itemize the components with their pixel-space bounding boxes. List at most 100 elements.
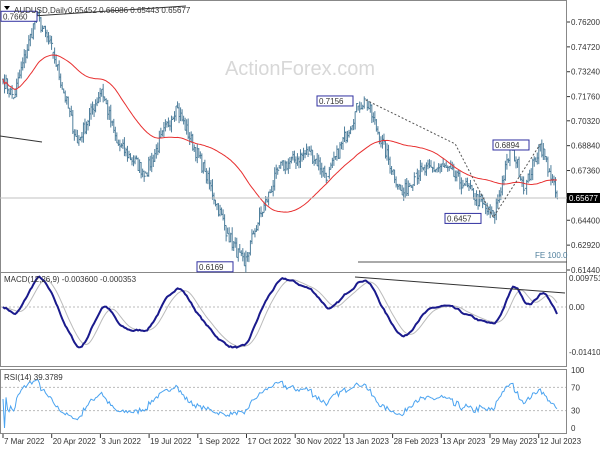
- ohlc-bar: [47, 31, 50, 45]
- ohlc-bar: [276, 167, 279, 175]
- ohlc-bar: [255, 225, 258, 232]
- ohlc-bar: [351, 125, 354, 131]
- ohlc-bar: [408, 182, 411, 188]
- date-tick-label: 12 Jul 2023: [540, 437, 582, 446]
- ohlc-bar: [179, 107, 182, 122]
- ohlc-bar: [389, 156, 392, 174]
- ohlc-bar: [168, 120, 171, 131]
- ohlc-bar: [32, 23, 35, 40]
- ohlc-bar: [162, 121, 165, 138]
- ohlc-bar: [165, 121, 168, 128]
- ohlc-bar: [376, 126, 379, 135]
- date-tick-label: 7 Mar 2022: [4, 437, 45, 446]
- ohlc-bar: [322, 167, 325, 177]
- ohlc-bar: [546, 156, 549, 177]
- ohlc-bar: [531, 158, 534, 181]
- ohlc-bar: [369, 101, 372, 113]
- ohlc-bar: [29, 33, 32, 47]
- ohlc-bar: [519, 175, 522, 181]
- ohlc-bar: [6, 78, 9, 95]
- price-tick-label: 0.76200: [571, 18, 600, 27]
- ohlc-bar: [308, 146, 311, 155]
- ohlc-bar: [392, 169, 395, 175]
- price-tick-label: 0.67360: [571, 167, 600, 176]
- ohlc-bar: [413, 172, 416, 187]
- ohlc-bar: [489, 204, 492, 219]
- ohlc-bar: [273, 167, 276, 191]
- ohlc-bar: [200, 153, 203, 174]
- chart-window: ActionForex.com FE 100.0 0.7660 0.7156 0.68…: [0, 0, 600, 450]
- ohlc-bar: [348, 129, 351, 138]
- ohlc-bar: [132, 155, 135, 167]
- ohlc-bar: [354, 111, 357, 130]
- price-label: 0.6457: [447, 214, 472, 223]
- chart-canvas[interactable]: ActionForex.com FE 100.00.76600.71560.68…: [0, 0, 600, 450]
- ohlc-bar: [146, 172, 149, 177]
- ohlc-bar: [337, 148, 340, 160]
- ohlc-bar: [346, 130, 349, 143]
- ohlc-bar: [477, 194, 480, 210]
- ohlc-bar: [345, 131, 348, 144]
- ohlc-bar: [287, 158, 290, 174]
- ohlc-bar: [150, 152, 153, 173]
- price-plot: FE 100.00.76600.71560.68940.64570.6169: [0, 5, 568, 273]
- ohlc-bar: [291, 150, 294, 161]
- ohlc-bar: [521, 176, 524, 188]
- ohlc-bar: [420, 162, 423, 173]
- ohlc-bar: [140, 161, 143, 179]
- ohlc-bar: [17, 72, 20, 88]
- ohlc-bar: [496, 194, 499, 209]
- price-label: 0.6894: [495, 141, 520, 150]
- ohlc-bar: [85, 121, 88, 135]
- current-price-label: 0.65677: [569, 194, 598, 203]
- ohlc-bar: [223, 214, 226, 231]
- ohlc-bar: [416, 168, 419, 185]
- ohlc-bar: [12, 94, 15, 100]
- ohlc-bar: [138, 159, 141, 174]
- ohlc-bar: [331, 157, 334, 168]
- ohlc-bar: [27, 35, 30, 51]
- ohlc-bar: [378, 131, 381, 145]
- date-tick-label: 13 Apr 2023: [442, 437, 486, 446]
- ohlc-bar: [44, 25, 47, 38]
- ohlc-bar: [363, 96, 366, 109]
- ohlc-bar: [121, 139, 124, 149]
- ohlc-bar: [158, 130, 161, 154]
- ohlc-bar: [440, 163, 443, 172]
- ohlc-bar: [417, 170, 420, 184]
- ohlc-bar: [117, 139, 120, 146]
- date-tick-label: 20 Apr 2022: [53, 437, 97, 446]
- price-tick-label: 0.73240: [571, 68, 600, 77]
- ohlc-bar: [341, 137, 344, 150]
- ohlc-bar: [332, 151, 335, 166]
- collapse-triangle-icon[interactable]: [4, 6, 10, 10]
- ohlc-bar: [381, 134, 384, 149]
- ohlc-bar: [393, 169, 396, 184]
- ohlc-bar: [243, 252, 246, 267]
- ohlc-bar: [461, 179, 464, 189]
- main-panel-frame: [0, 0, 567, 282]
- ohlc-bar: [508, 148, 511, 167]
- ohlc-bar: [90, 103, 93, 120]
- ohlc-bar: [297, 156, 300, 169]
- ohlc-bar: [238, 243, 241, 253]
- ohlc-bar: [8, 88, 11, 98]
- ohlc-bar: [260, 206, 263, 218]
- rsi-tick-label: 100: [571, 366, 585, 375]
- ohlc-bar: [70, 105, 73, 116]
- ohlc-bar: [26, 44, 29, 59]
- ohlc-bar: [355, 102, 358, 113]
- ohlc-bar: [328, 166, 331, 179]
- ohlc-bar: [551, 174, 554, 184]
- ohlc-bar: [542, 142, 545, 160]
- ohlc-bar: [423, 164, 426, 176]
- price-label: 0.6169: [199, 263, 224, 272]
- ohlc-bar: [18, 69, 21, 79]
- ohlc-bar: [202, 162, 205, 174]
- ohlc-bar: [134, 155, 137, 165]
- price-tick-label: 0.74720: [571, 43, 600, 52]
- ohlc-bar: [9, 87, 12, 96]
- date-tick-label: 3 Jun 2022: [101, 437, 141, 446]
- ohlc-bar: [30, 28, 33, 39]
- ohlc-bar: [225, 224, 228, 242]
